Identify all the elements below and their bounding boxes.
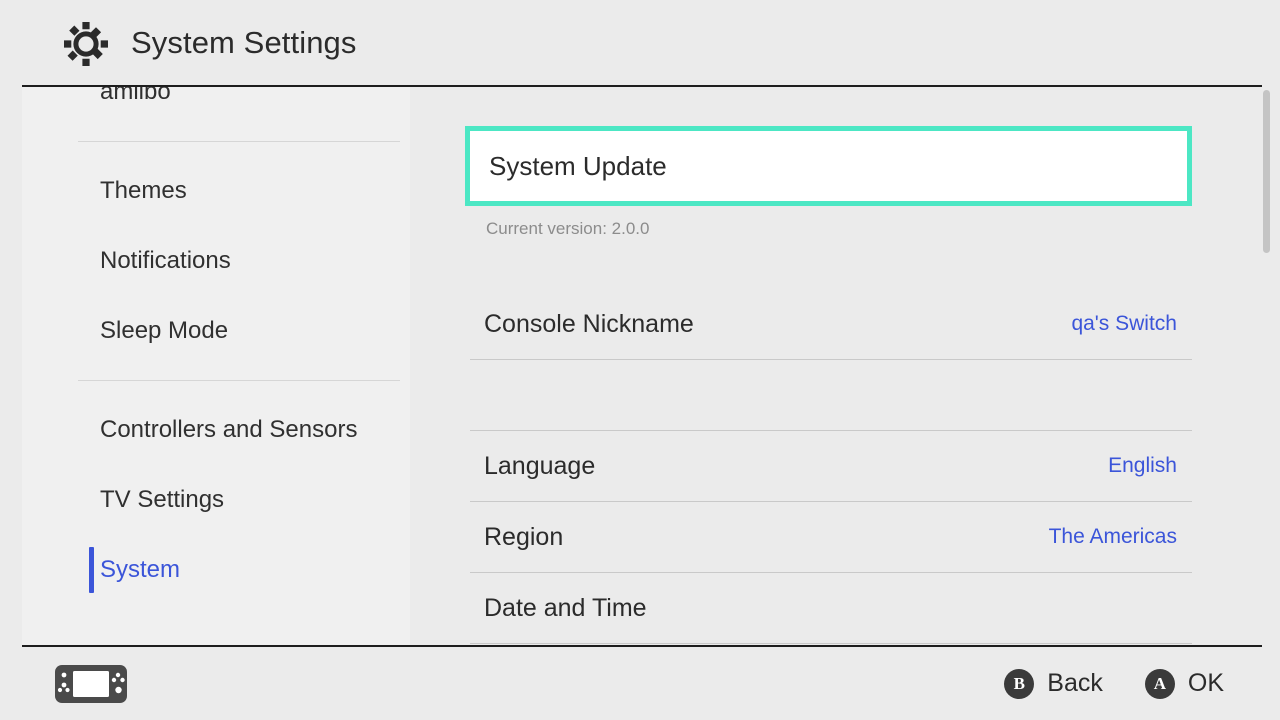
footer-actions: B Back A OK: [1004, 668, 1224, 699]
sidebar-divider-1: [78, 141, 400, 142]
sidebar-item-notifications[interactable]: Notifications: [22, 226, 410, 296]
row-label: System Update: [489, 150, 667, 181]
sidebar-item-label: amiibo: [100, 87, 171, 105]
system-update-version: Current version: 2.0.0: [486, 219, 650, 238]
scrollbar-thumb[interactable]: [1263, 90, 1270, 253]
switch-console-icon: [55, 664, 127, 703]
sidebar-item-controllers-and-sensors[interactable]: Controllers and Sensors: [22, 395, 410, 465]
b-button-icon: B: [1004, 668, 1035, 699]
sidebar-item-label: Controllers and Sensors: [100, 416, 358, 443]
ok-button[interactable]: A OK: [1144, 668, 1224, 699]
app-header: System Settings: [0, 0, 1280, 85]
date-and-time-row[interactable]: Date and Time: [470, 573, 1192, 644]
blank-row[interactable]: [470, 360, 1192, 431]
row-value: English: [1108, 454, 1177, 477]
sidebar-divider-2: [78, 380, 400, 381]
a-button-icon: A: [1144, 668, 1175, 699]
system-update-row[interactable]: System Update: [465, 126, 1192, 206]
app-footer: B Back A OK: [0, 647, 1280, 720]
settings-list: System Update Current version: 2.0.0 Con…: [465, 87, 1192, 645]
ok-label: OK: [1187, 669, 1224, 697]
console-nickname-row[interactable]: Console Nickname qa's Switch: [470, 289, 1192, 360]
row-label: Region: [484, 522, 564, 551]
back-label: Back: [1047, 669, 1103, 697]
sidebar-item-label: System: [100, 556, 181, 583]
page-title: System Settings: [131, 25, 357, 60]
sidebar-item-system[interactable]: System: [22, 535, 410, 605]
list-gap: [470, 239, 1192, 289]
sidebar: amiibo Themes Notifications Sleep Mode C…: [22, 87, 410, 645]
row-value: The Americas: [1048, 525, 1177, 548]
sidebar-item-label: Sleep Mode: [100, 317, 229, 344]
gear-icon: [64, 21, 108, 66]
sidebar-item-amiibo[interactable]: amiibo: [22, 87, 410, 127]
sidebar-scroll-area[interactable]: amiibo Themes Notifications Sleep Mode C…: [22, 87, 410, 605]
region-row[interactable]: Region The Americas: [470, 502, 1192, 573]
row-label: Console Nickname: [484, 309, 694, 338]
sidebar-item-themes[interactable]: Themes: [22, 156, 410, 226]
language-row[interactable]: Language English: [470, 431, 1192, 502]
row-value: qa's Switch: [1071, 312, 1177, 335]
row-label: Date and Time: [484, 593, 647, 622]
sidebar-item-label: Themes: [100, 177, 187, 204]
settings-content: amiibo Themes Notifications Sleep Mode C…: [0, 87, 1280, 645]
sidebar-item-tv-settings[interactable]: TV Settings: [22, 465, 410, 535]
header-divider: [22, 85, 1262, 87]
sidebar-item-label: TV Settings: [100, 486, 225, 513]
sidebar-item-sleep-mode[interactable]: Sleep Mode: [22, 296, 410, 366]
row-label: Language: [484, 451, 596, 480]
back-button[interactable]: B Back: [1004, 668, 1103, 699]
sidebar-item-label: Notifications: [100, 247, 231, 274]
